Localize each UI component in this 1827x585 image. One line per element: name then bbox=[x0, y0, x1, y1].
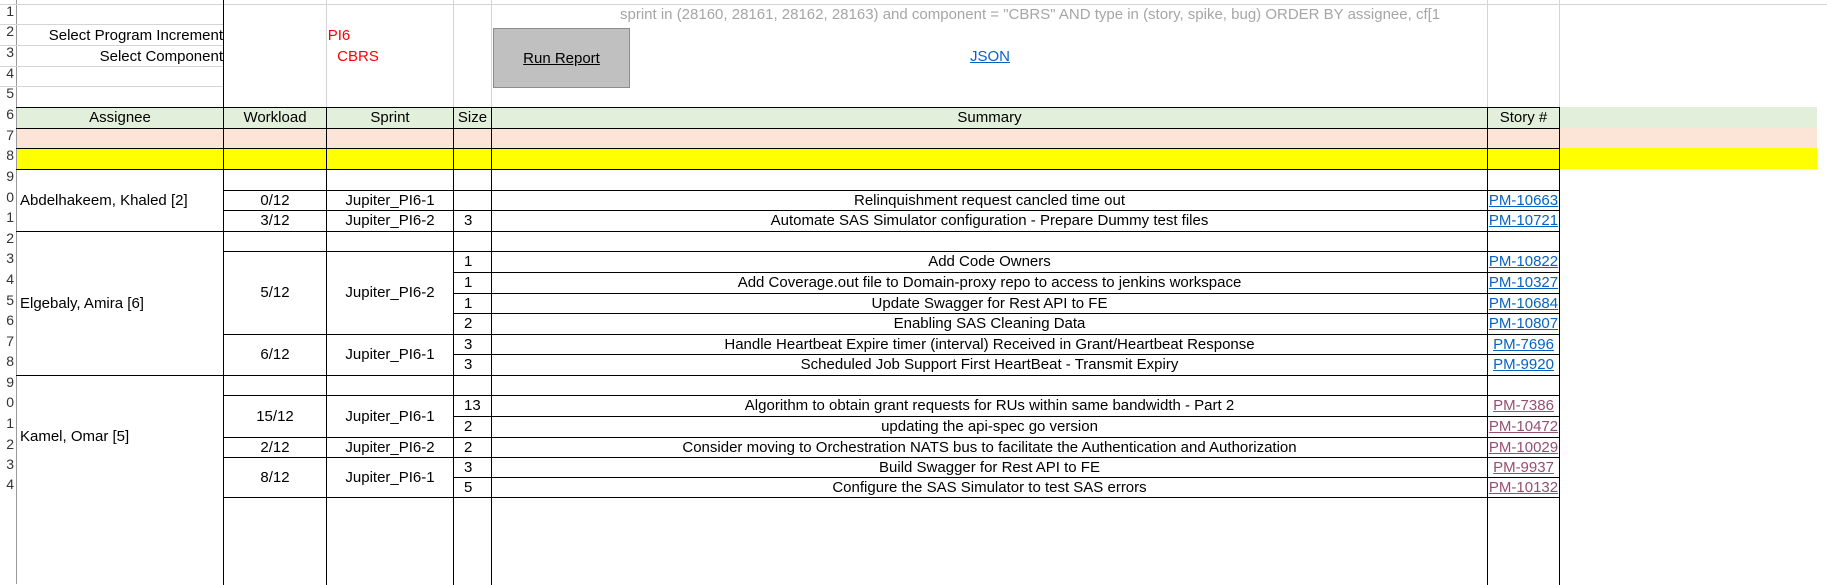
story-link[interactable]: PM-10472 bbox=[1488, 416, 1559, 436]
row-number: 6 bbox=[6, 312, 14, 328]
component-select[interactable]: CBRS bbox=[326, 46, 390, 66]
header-size: Size bbox=[457, 109, 488, 126]
header-sprint: Sprint bbox=[370, 109, 410, 126]
summary-cell: Add Code Owners bbox=[928, 252, 1051, 270]
summary-cell: Configure the SAS Simulator to test SAS … bbox=[832, 478, 1147, 496]
summary-cell: Add Coverage.out file to Domain-proxy re… bbox=[737, 273, 1242, 291]
story-link[interactable]: PM-7386 bbox=[1488, 395, 1559, 415]
row-number: 6 bbox=[6, 106, 14, 122]
story-link[interactable]: PM-10132 bbox=[1488, 477, 1559, 497]
story-link[interactable]: PM-10327 bbox=[1488, 272, 1559, 292]
row-number: 7 bbox=[6, 127, 14, 143]
summary-cell: Scheduled Job Support First HeartBeat - … bbox=[800, 355, 1179, 373]
story-link[interactable]: PM-7696 bbox=[1488, 334, 1559, 354]
sprint-cell: Jupiter_PI6-1 bbox=[345, 346, 435, 363]
story-link[interactable]: PM-10663 bbox=[1488, 190, 1559, 210]
sprint-cell: Jupiter_PI6-2 bbox=[345, 212, 435, 229]
highlight-row-fill bbox=[17, 148, 1817, 169]
row-number: 5 bbox=[6, 292, 14, 308]
workload-cell: 15/12 bbox=[256, 407, 294, 425]
header-workload: Workload bbox=[243, 109, 307, 126]
story-link[interactable]: PM-10721 bbox=[1488, 210, 1559, 230]
run-report-button-label: Run Report bbox=[523, 49, 600, 67]
row-number: 3 bbox=[6, 456, 14, 472]
story-link[interactable]: PM-10807 bbox=[1488, 313, 1559, 333]
summary-cell: Automate SAS Simulator configuration - P… bbox=[770, 211, 1209, 229]
header-assignee: Assignee bbox=[89, 109, 151, 126]
row-number: 0 bbox=[6, 189, 14, 205]
sprint-cell: Jupiter_PI6-1 bbox=[345, 468, 435, 486]
row-number: 4 bbox=[6, 476, 14, 492]
story-link[interactable]: PM-10684 bbox=[1488, 293, 1559, 313]
workload-cell: 8/12 bbox=[260, 468, 290, 486]
workload-cell: 2/12 bbox=[260, 438, 290, 456]
row-number: 2 bbox=[6, 230, 14, 246]
sprint-cell: Jupiter_PI6-1 bbox=[345, 407, 435, 425]
summary-cell: Enabling SAS Cleaning Data bbox=[893, 314, 1086, 332]
workload-cell: 6/12 bbox=[260, 346, 290, 363]
assignee-cell: Abdelhakeem, Khaled [2] bbox=[20, 191, 188, 209]
assignee-cell: Elgebaly, Amira [6] bbox=[20, 294, 144, 312]
story-link[interactable]: PM-10822 bbox=[1488, 251, 1559, 271]
row-number: 3 bbox=[6, 250, 14, 266]
assignee-cell: Kamel, Omar [5] bbox=[20, 427, 130, 445]
header-summary: Summary bbox=[957, 109, 1022, 126]
workload-cell: 5/12 bbox=[260, 284, 290, 301]
row-number: 2 bbox=[6, 436, 14, 452]
summary-cell: Consider moving to Orchestration NATS bu… bbox=[682, 438, 1297, 456]
jql-query-text: sprint in (28160, 28161, 28162, 28163) a… bbox=[620, 5, 1440, 23]
row-number: 8 bbox=[6, 353, 14, 369]
row-number: 0 bbox=[6, 394, 14, 410]
row-number: 7 bbox=[6, 333, 14, 349]
workload-cell: 3/12 bbox=[260, 212, 290, 229]
header-story: Story # bbox=[1499, 109, 1548, 126]
program-increment-label: Select Program Increment bbox=[48, 26, 223, 44]
row-number: 2 bbox=[6, 23, 14, 39]
row-number: 5 bbox=[6, 85, 14, 101]
summary-cell: updating the api-spec go version bbox=[881, 417, 1098, 435]
summary-cell: Update Swagger for Rest API to FE bbox=[871, 294, 1108, 312]
summary-cell: Build Swagger for Rest API to FE bbox=[879, 458, 1100, 476]
story-link[interactable]: PM-10029 bbox=[1488, 437, 1559, 457]
summary-cell: Relinquishment request cancled time out bbox=[854, 191, 1125, 209]
summary-cell: Handle Heartbeat Expire timer (interval)… bbox=[724, 335, 1255, 353]
summary-cell: Algorithm to obtain grant requests for R… bbox=[744, 396, 1235, 414]
story-link[interactable]: PM-9937 bbox=[1488, 457, 1559, 477]
blank-row-fill bbox=[17, 128, 1817, 148]
row-number: 8 bbox=[6, 147, 14, 163]
sprint-cell: Jupiter_PI6-1 bbox=[345, 191, 435, 209]
row-number: 1 bbox=[6, 209, 14, 225]
sprint-cell: Jupiter_PI6-2 bbox=[345, 438, 435, 456]
row-number: 1 bbox=[6, 3, 14, 19]
row-number: 4 bbox=[6, 271, 14, 287]
sprint-cell: Jupiter_PI6-2 bbox=[345, 284, 435, 301]
workload-cell: 0/12 bbox=[260, 191, 290, 209]
program-increment-select[interactable]: PI6 bbox=[310, 25, 368, 45]
row-number: 3 bbox=[6, 44, 14, 60]
run-report-button[interactable]: Run Report bbox=[493, 28, 630, 88]
component-label: Select Component bbox=[99, 47, 223, 65]
row-number: 9 bbox=[6, 374, 14, 390]
story-link[interactable]: PM-9920 bbox=[1488, 354, 1559, 374]
json-link[interactable]: JSON bbox=[960, 46, 1020, 66]
row-number: 9 bbox=[6, 168, 14, 184]
row-number: 1 bbox=[6, 415, 14, 431]
row-number: 4 bbox=[6, 65, 14, 81]
